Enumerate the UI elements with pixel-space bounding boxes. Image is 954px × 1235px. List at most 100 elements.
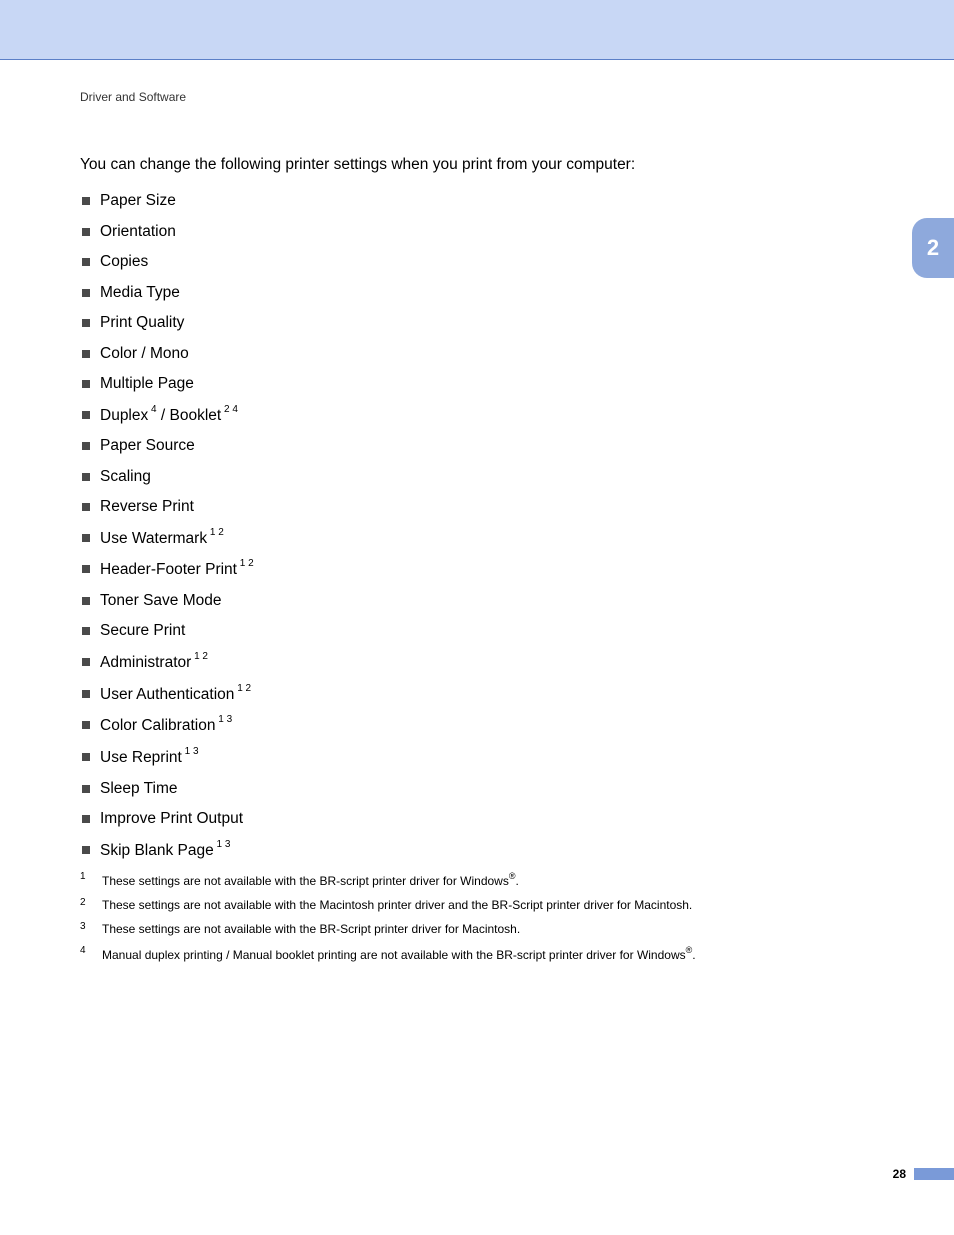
- setting-text: Use Watermark: [100, 530, 207, 547]
- section-header: Driver and Software: [80, 90, 874, 104]
- footnote-text: These settings are not available with th…: [102, 922, 874, 936]
- footnotes: 1These settings are not available with t…: [80, 872, 874, 962]
- setting-text: Skip Blank Page: [100, 842, 214, 859]
- setting-text: Header-Footer Print: [100, 561, 237, 578]
- bullet-icon: [82, 815, 90, 823]
- setting-text: Toner Save Mode: [100, 592, 222, 609]
- setting-text: Secure Print: [100, 622, 185, 639]
- footnote-suffix: .: [515, 874, 518, 888]
- page-bar: [914, 1168, 954, 1180]
- chapter-tab-number: 2: [927, 235, 939, 261]
- setting-item: Toner Save Mode: [80, 592, 874, 610]
- footnote: 2These settings are not available with t…: [80, 898, 874, 912]
- registered-icon: ®: [509, 871, 516, 881]
- footnote-number: 2: [80, 897, 102, 911]
- settings-list: Paper Size Orientation Copies Media Type Pri…: [80, 192, 874, 860]
- bullet-icon: [82, 658, 90, 666]
- bullet-icon: [82, 442, 90, 450]
- setting-item: Improve Print Output: [80, 810, 874, 828]
- setting-superscript: 1 2: [237, 558, 254, 569]
- setting-text: Color Calibration: [100, 717, 215, 734]
- setting-text: Paper Source: [100, 437, 195, 454]
- setting-item: Use Watermark 1 2: [80, 529, 874, 548]
- setting-item: Color / Mono: [80, 345, 874, 363]
- setting-superscript: 1 3: [214, 839, 231, 850]
- bullet-icon: [82, 690, 90, 698]
- setting-item: Header-Footer Print 1 2: [80, 560, 874, 579]
- setting-superscript: 1 2: [191, 651, 208, 662]
- setting-superscript: 1 3: [182, 746, 199, 757]
- footnote-number: 3: [80, 921, 102, 935]
- setting-item: Reverse Print: [80, 498, 874, 516]
- footnote-number: 4: [80, 945, 102, 961]
- setting-item: Duplex 4 / Booklet 2 4: [80, 406, 874, 425]
- setting-superscript: 4: [148, 404, 156, 415]
- top-banner: [0, 0, 954, 59]
- bullet-icon: [82, 503, 90, 511]
- bullet-icon: [82, 473, 90, 481]
- setting-item: User Authentication 1 2: [80, 685, 874, 704]
- setting-text: Improve Print Output: [100, 810, 243, 827]
- setting-item: Sleep Time: [80, 780, 874, 798]
- bullet-icon: [82, 350, 90, 358]
- footnote-text-main: These settings are not available with th…: [102, 874, 509, 888]
- setting-item: Orientation: [80, 223, 874, 241]
- setting-superscript: 1 2: [234, 683, 251, 694]
- setting-text: Media Type: [100, 284, 180, 301]
- setting-text: Paper Size: [100, 192, 176, 209]
- bullet-icon: [82, 565, 90, 573]
- footnote-text-main: Manual duplex printing / Manual booklet …: [102, 948, 686, 962]
- setting-superscript: 2 4: [221, 404, 238, 415]
- bullet-icon: [82, 534, 90, 542]
- setting-item: Color Calibration 1 3: [80, 716, 874, 735]
- setting-text: Orientation: [100, 223, 176, 240]
- setting-text: Duplex: [100, 407, 148, 424]
- footnote-text-main: These settings are not available with th…: [102, 898, 692, 912]
- setting-text: Sleep Time: [100, 780, 178, 797]
- footnote: 4Manual duplex printing / Manual booklet…: [80, 946, 874, 962]
- setting-text: Multiple Page: [100, 375, 194, 392]
- bullet-icon: [82, 721, 90, 729]
- setting-text: / Booklet: [157, 407, 222, 424]
- footnote-number: 1: [80, 871, 102, 887]
- setting-text: Scaling: [100, 468, 151, 485]
- setting-item: Use Reprint 1 3: [80, 748, 874, 767]
- bullet-icon: [82, 597, 90, 605]
- bullet-icon: [82, 380, 90, 388]
- bullet-icon: [82, 197, 90, 205]
- page-content: Driver and Software You can change the f…: [0, 60, 954, 962]
- bullet-icon: [82, 289, 90, 297]
- bullet-icon: [82, 411, 90, 419]
- footnote: 1These settings are not available with t…: [80, 872, 874, 888]
- page-footer: 28: [893, 1167, 954, 1181]
- setting-text: User Authentication: [100, 686, 234, 703]
- setting-item: Copies: [80, 253, 874, 271]
- setting-superscript: 1 3: [215, 714, 232, 725]
- bullet-icon: [82, 753, 90, 761]
- footnote-text-main: These settings are not available with th…: [102, 922, 520, 936]
- setting-item: Media Type: [80, 284, 874, 302]
- setting-item: Print Quality: [80, 314, 874, 332]
- footnote-text: These settings are not available with th…: [102, 898, 874, 912]
- setting-text: Print Quality: [100, 314, 184, 331]
- bullet-icon: [82, 785, 90, 793]
- footnote-text: Manual duplex printing / Manual booklet …: [102, 946, 874, 962]
- bullet-icon: [82, 319, 90, 327]
- footnote-text: These settings are not available with th…: [102, 872, 874, 888]
- footnote-suffix: .: [692, 948, 695, 962]
- chapter-tab: 2: [912, 218, 954, 278]
- setting-item: Multiple Page: [80, 375, 874, 393]
- bullet-icon: [82, 846, 90, 854]
- registered-icon: ®: [686, 945, 693, 955]
- footnote: 3These settings are not available with t…: [80, 922, 874, 936]
- setting-item: Scaling: [80, 468, 874, 486]
- bullet-icon: [82, 228, 90, 236]
- setting-text: Reverse Print: [100, 498, 194, 515]
- setting-item: Paper Size: [80, 192, 874, 210]
- setting-item: Paper Source: [80, 437, 874, 455]
- setting-item: Skip Blank Page 1 3: [80, 841, 874, 860]
- bullet-icon: [82, 627, 90, 635]
- setting-text: Administrator: [100, 654, 191, 671]
- setting-text: Color / Mono: [100, 345, 189, 362]
- bullet-icon: [82, 258, 90, 266]
